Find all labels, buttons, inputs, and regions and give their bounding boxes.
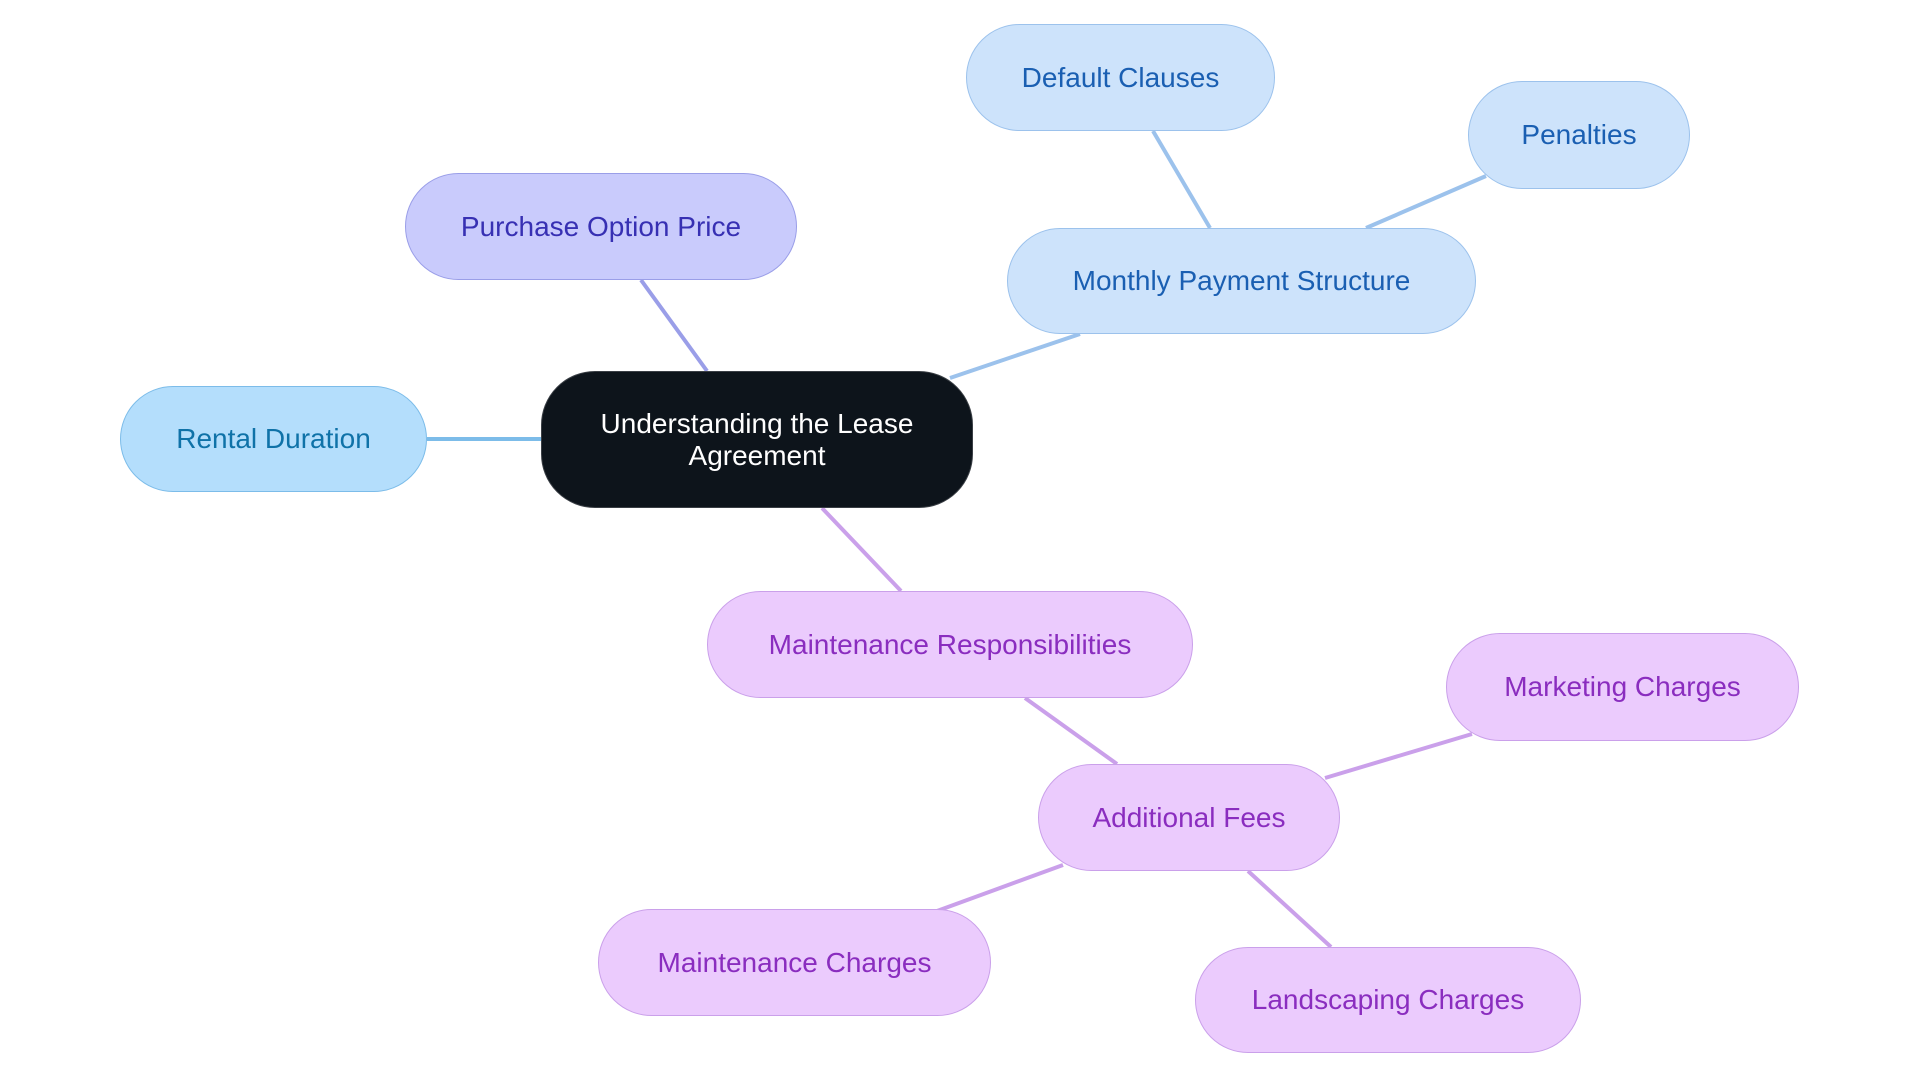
- node-maintenance-charges[interactable]: Maintenance Charges: [598, 909, 991, 1016]
- edge-root-maintenance-responsibilities: [820, 506, 903, 593]
- node-penalties[interactable]: Penalties: [1468, 81, 1690, 189]
- edge-monthly-default-clauses: [1151, 129, 1212, 230]
- node-maintenance-responsibilities[interactable]: Maintenance Responsibilities: [707, 591, 1193, 698]
- edge-root-purchase-option-price: [639, 278, 709, 373]
- node-landscaping-charges[interactable]: Landscaping Charges: [1195, 947, 1581, 1053]
- node-monthly-payment-structure[interactable]: Monthly Payment Structure: [1007, 228, 1476, 334]
- edge-fees-maintenance-charges: [936, 863, 1064, 913]
- node-marketing-charges[interactable]: Marketing Charges: [1446, 633, 1799, 741]
- edge-fees-marketing-charges: [1324, 732, 1473, 780]
- edge-root-monthly-payment-structure: [949, 332, 1081, 380]
- node-root[interactable]: Understanding the Lease Agreement: [541, 371, 973, 508]
- edge-monthly-penalties: [1365, 174, 1487, 230]
- node-rental-duration[interactable]: Rental Duration: [120, 386, 427, 492]
- edge-maintenance-additional-fees: [1023, 696, 1119, 766]
- node-additional-fees[interactable]: Additional Fees: [1038, 764, 1340, 871]
- node-purchase-option-price[interactable]: Purchase Option Price: [405, 173, 797, 280]
- node-default-clauses[interactable]: Default Clauses: [966, 24, 1275, 131]
- edge-fees-landscaping-charges: [1246, 869, 1333, 949]
